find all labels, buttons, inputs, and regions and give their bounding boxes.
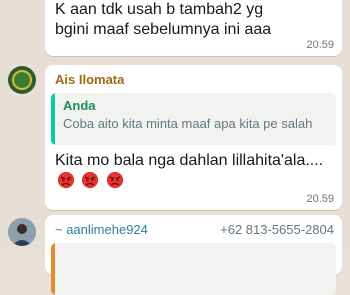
message-bubble[interactable]: ~ aanlimehe924 +62 813-5655-2804 — [45, 215, 342, 295]
reply-text: Coba aito kita minta maaf apa kita pe sa… — [63, 116, 313, 131]
message-bubble[interactable]: Ais Ilomata Anda Coba aito kita minta ma… — [45, 65, 342, 210]
reply-accent-bar — [51, 93, 55, 145]
message-text: Kita mo bala nga dahlan lillahita'ala...… — [55, 152, 324, 169]
avatar[interactable] — [8, 218, 36, 246]
avatar[interactable] — [8, 66, 36, 94]
message-timestamp: 20.59 — [306, 39, 334, 51]
reply-sender-name: Anda — [63, 98, 96, 113]
message-text-container: Kita mo bala nga dahlan lillahita'ala...… — [55, 151, 335, 192]
sender-name[interactable]: Ais Ilomata — [55, 72, 124, 87]
reply-accent-bar — [51, 243, 55, 295]
message-text: K aan tdk usah b tambah2 yg bgini maaf s… — [55, 1, 272, 38]
reply-quote[interactable]: Anda Coba aito kita minta maaf apa kita … — [51, 93, 336, 145]
message-bubble[interactable]: K aan tdk usah b tambah2 yg bgini maaf s… — [45, 0, 342, 56]
angry-face-icon — [57, 171, 75, 189]
reply-quote[interactable] — [51, 243, 336, 295]
angry-face-icon — [82, 171, 99, 189]
avatar-emblem-icon — [12, 70, 32, 90]
angry-face-icon — [106, 171, 124, 189]
profile-photo-icon — [8, 218, 36, 246]
sender-name[interactable]: ~ aanlimehe924 — [55, 222, 148, 237]
sender-phone: +62 813-5655-2804 — [220, 222, 334, 237]
message-timestamp: 20.59 — [306, 193, 334, 205]
